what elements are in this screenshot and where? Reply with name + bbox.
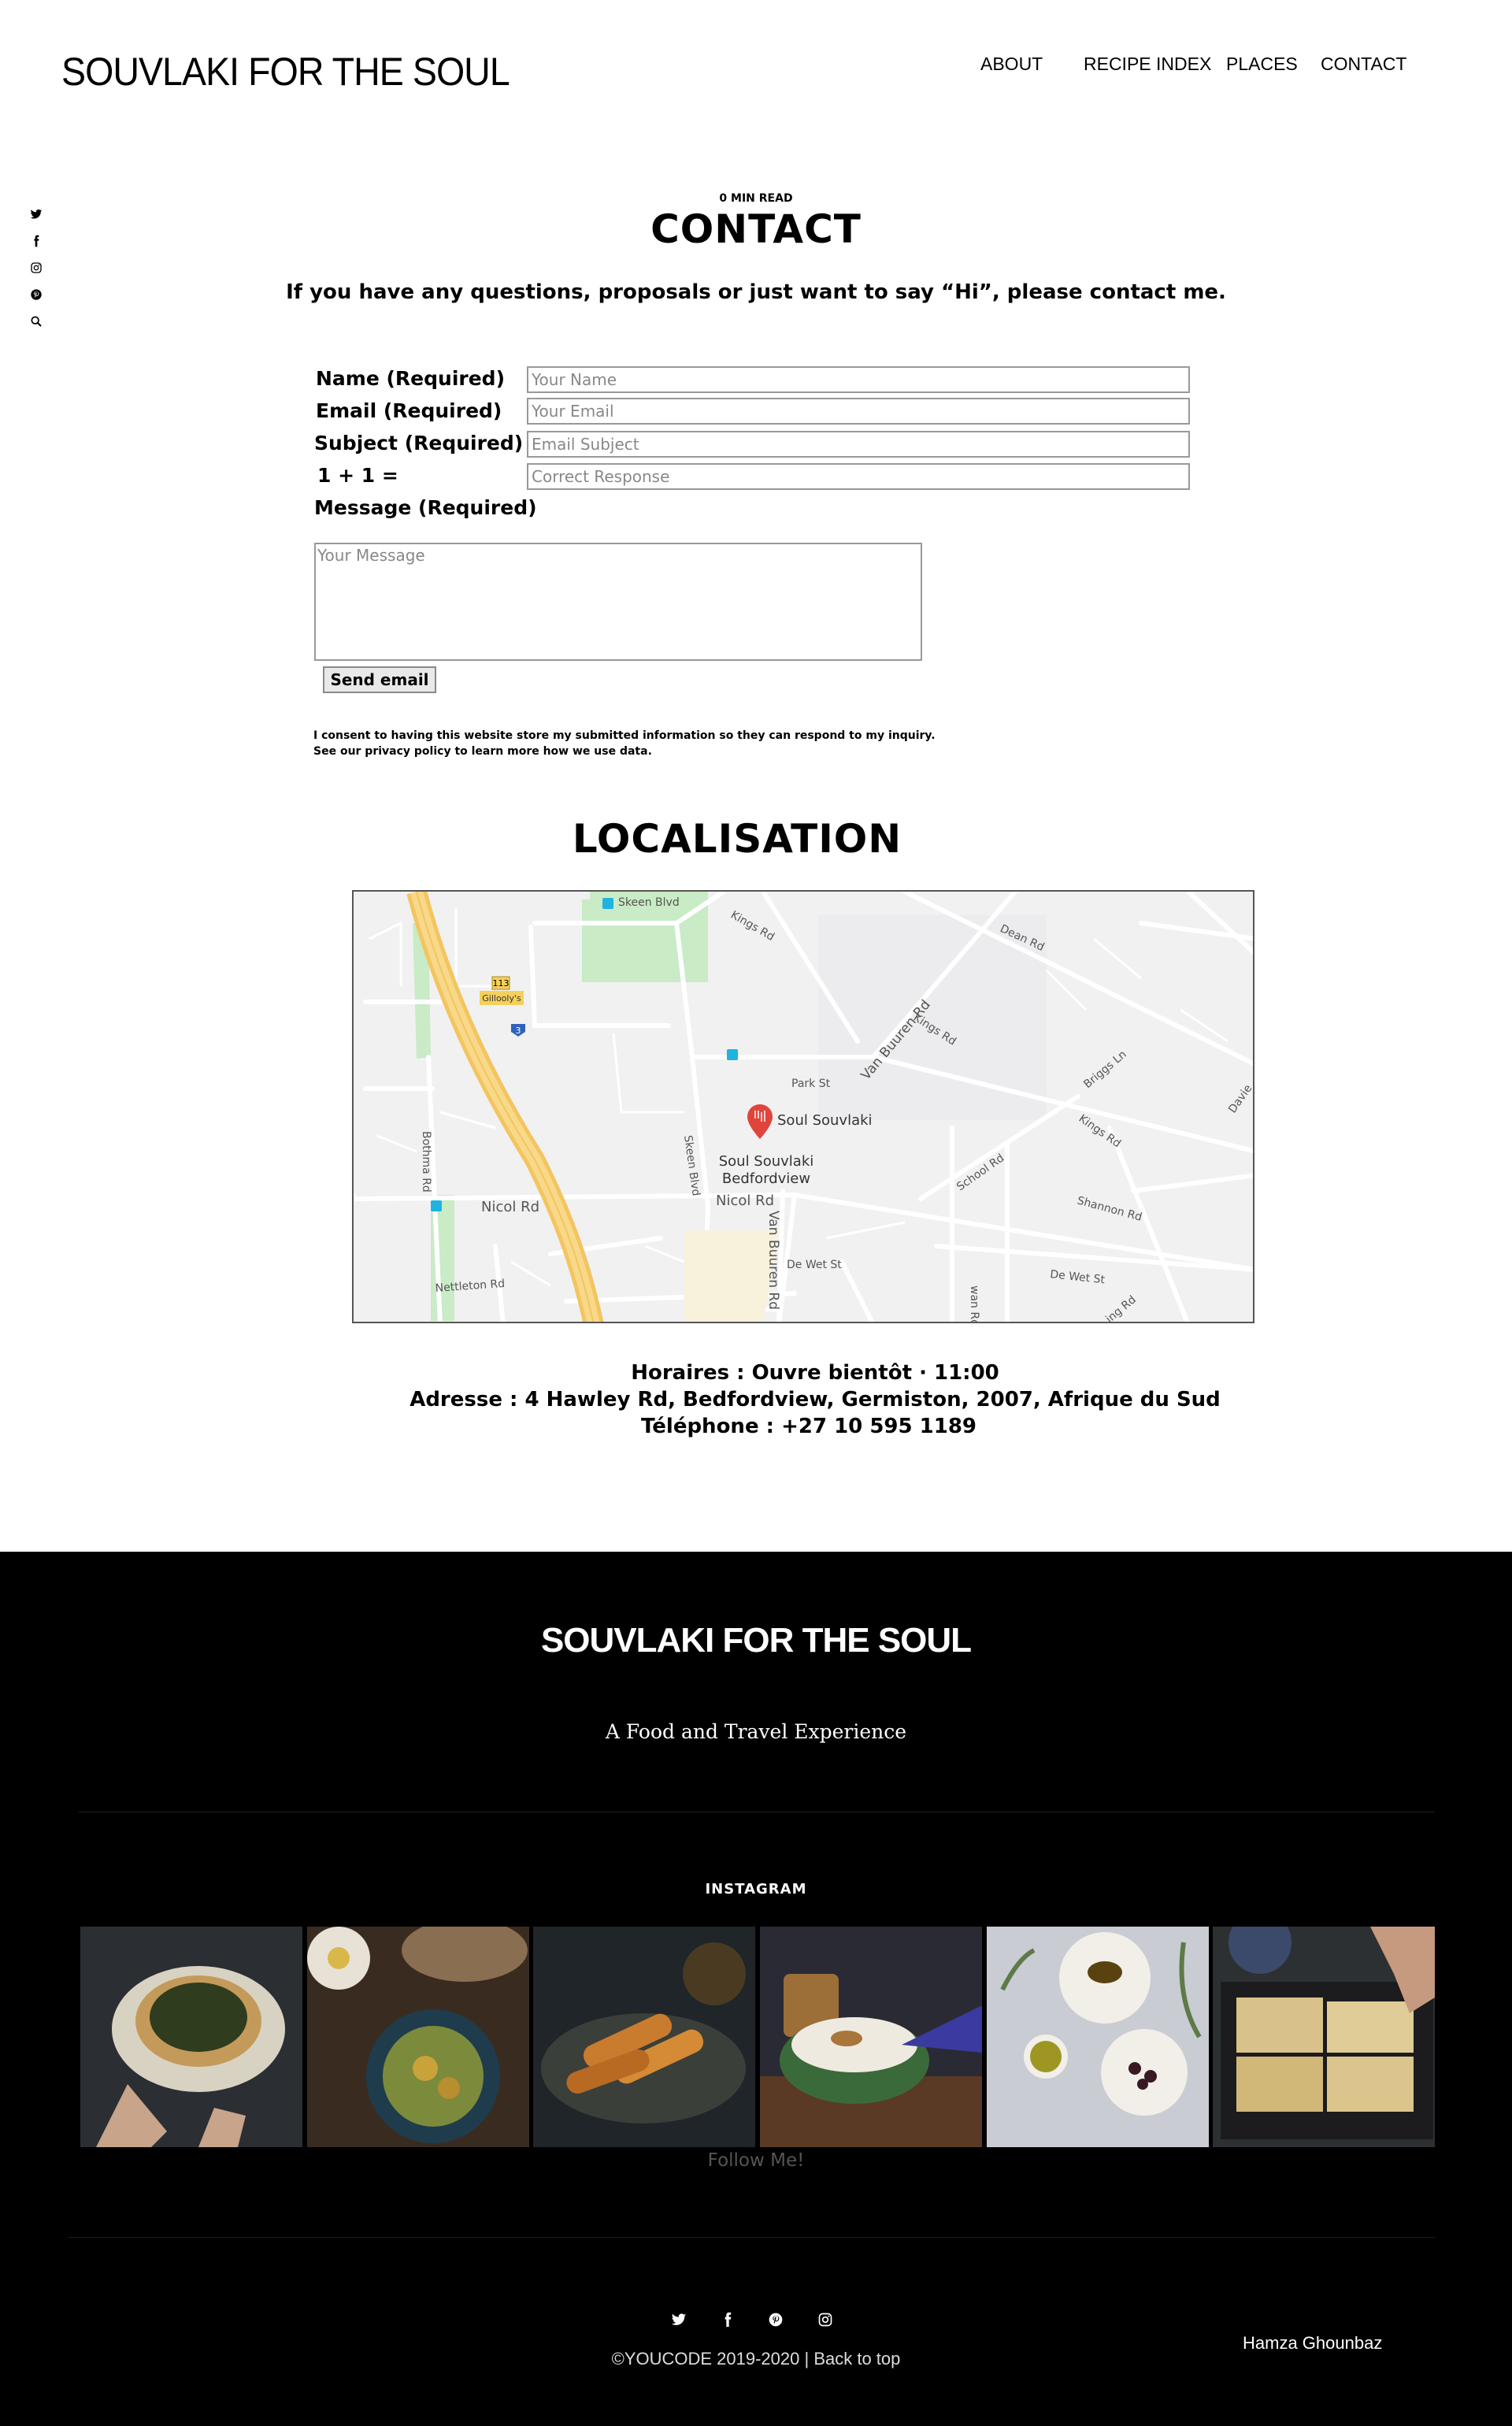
map-label: Bothma Rd — [420, 1131, 432, 1193]
instagram-photo[interactable] — [1213, 1927, 1435, 2147]
captcha-label: 1 + 1 = — [317, 464, 398, 487]
subject-label: Subject (Required) — [314, 432, 524, 454]
map-label: Skeen Blvd — [618, 896, 680, 909]
map-place-label: Soul Souvlaki — [777, 1112, 873, 1129]
map-label: Nicol Rd — [716, 1193, 774, 1209]
name-field[interactable] — [527, 366, 1190, 393]
contact-intro: If you have any questions, proposals or … — [286, 280, 1226, 304]
instagram-photo[interactable] — [80, 1927, 302, 2147]
footer-divider — [68, 2237, 1435, 2238]
map-pin-icon[interactable] — [747, 1104, 773, 1139]
map-label: Kings Rd — [728, 909, 776, 944]
message-label: Message (Required) — [314, 496, 537, 519]
map-place-sub-1: Soul Souvlaki — [719, 1153, 814, 1170]
consent-text: I consent to having this website store m… — [313, 728, 936, 759]
send-email-button[interactable]: Send email — [323, 666, 436, 693]
nav-recipe-index[interactable]: RECIPE INDEX — [1084, 54, 1211, 75]
site-brand[interactable]: SOUVLAKI FOR THE SOUL — [61, 49, 510, 95]
footer-brand[interactable]: SOUVLAKI FOR THE SOUL — [0, 1621, 1512, 1660]
search-icon[interactable] — [28, 313, 44, 329]
map-label: Davie — [1226, 1082, 1254, 1115]
map-label: Briggs Ln — [1081, 1048, 1128, 1091]
twitter-icon[interactable] — [669, 2309, 689, 2330]
name-label: Name (Required) — [316, 367, 506, 390]
map-place-sub-2: Bedfordview — [722, 1170, 810, 1187]
instagram-icon[interactable] — [815, 2309, 836, 2330]
captcha-field[interactable] — [527, 463, 1190, 490]
instagram-photo[interactable] — [987, 1927, 1209, 2147]
map-label: De Wet St — [787, 1259, 842, 1271]
read-time: 0 MIN READ — [719, 192, 793, 205]
page-title: CONTACT — [650, 206, 862, 252]
instagram-photo[interactable] — [307, 1927, 529, 2147]
nav-places[interactable]: PLACES — [1226, 54, 1298, 75]
follow-me-link[interactable]: Follow Me! — [0, 2150, 1512, 2171]
location-map[interactable]: 113 Gillooly's 3 Skeen Blvd Kings Rd Dea… — [352, 890, 1254, 1323]
localisation-title: LOCALISATION — [572, 816, 902, 862]
map-label: 3 — [516, 1026, 521, 1036]
footer-tagline: A Food and Travel Experience — [605, 1720, 907, 1743]
consent-line-2: See our privacy policy to learn more how… — [313, 745, 652, 758]
nav-about[interactable]: ABOUT — [980, 54, 1043, 75]
instagram-icon[interactable] — [28, 260, 44, 276]
instagram-title: INSTAGRAM — [705, 1881, 807, 1897]
facebook-icon[interactable] — [717, 2309, 738, 2330]
map-label: 113 — [493, 978, 510, 989]
opening-hours: Horaires : Ouvre bientôt · 11:00 — [631, 1361, 999, 1385]
map-label: wan Rd — [968, 1285, 980, 1323]
map-label: Van Buuren Rd — [765, 1211, 781, 1310]
email-label: Email (Required) — [316, 399, 502, 422]
nav-contact[interactable]: CONTACT — [1321, 54, 1406, 75]
phone[interactable]: Téléphone : +27 10 595 1189 — [53, 1415, 1512, 1438]
message-field[interactable] — [314, 543, 922, 661]
address: Adresse : 4 Hawley Rd, Bedfordview, Germ… — [410, 1388, 1221, 1411]
map-label: Shannon Rd — [1076, 1194, 1143, 1223]
map-label: De Wet St — [1050, 1268, 1106, 1286]
map-label: ing Rd — [1103, 1293, 1139, 1323]
pinterest-icon[interactable] — [765, 2309, 786, 2330]
instagram-photo[interactable] — [760, 1927, 982, 2147]
map-label: Gillooly's — [482, 993, 521, 1003]
email-field[interactable] — [527, 398, 1190, 425]
instagram-photo[interactable] — [533, 1927, 755, 2147]
subject-field[interactable] — [527, 431, 1190, 458]
map-label: Park St — [791, 1078, 831, 1090]
map-label: Nicol Rd — [481, 1199, 539, 1215]
author-credit: Hamza Ghounbaz — [1243, 2333, 1383, 2353]
consent-line-1: I consent to having this website store m… — [313, 729, 936, 742]
map-canvas: 113 Gillooly's 3 Skeen Blvd Kings Rd Dea… — [354, 892, 1254, 1323]
